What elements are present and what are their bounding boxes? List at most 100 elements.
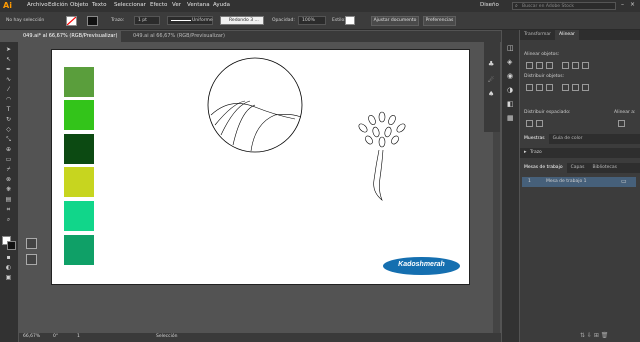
vertical-scrollbar[interactable] — [493, 132, 500, 333]
stroke-panel-header[interactable]: ▸ Trazo — [520, 148, 640, 158]
menu-ventana[interactable]: Ventana — [187, 2, 210, 8]
stroke-swatch[interactable] — [87, 16, 98, 26]
shape-builder-icon[interactable]: ⊕ — [4, 146, 13, 154]
artwork-swatch-1[interactable] — [64, 67, 94, 97]
dist-top-icon[interactable] — [526, 84, 533, 91]
shaper-tool-icon[interactable]: ◠ — [4, 96, 13, 104]
collapse-arrow-icon[interactable]: ▸ — [524, 149, 527, 155]
stock-search[interactable]: ⌕ Buscar en Adobe Stock — [512, 2, 616, 10]
transparency-icon[interactable]: ◧ — [507, 100, 514, 108]
tab-bibliotecas[interactable]: Bibliotecas — [588, 163, 621, 173]
rotate-tool-icon[interactable]: ↻ — [4, 116, 13, 124]
dist-hcenter-icon[interactable] — [572, 84, 579, 91]
artboard-options-icon[interactable]: ▭ — [621, 178, 627, 185]
libraries-icon[interactable]: ◉ — [507, 72, 513, 80]
tab-document-2[interactable]: 049.ai al 66,67% (RGB/Previsualizar) — [129, 31, 229, 42]
minimize-icon[interactable]: – — [621, 1, 624, 8]
align-top-icon[interactable] — [562, 62, 569, 69]
color-mode-icon[interactable]: ▪ — [4, 254, 13, 262]
menu-ver[interactable]: Ver — [172, 2, 181, 8]
dist-left-icon[interactable] — [562, 84, 569, 91]
symbols-icon[interactable]: ♣ — [488, 60, 494, 68]
align-vcenter-icon[interactable] — [572, 62, 579, 69]
tab-mesas[interactable]: Mesas de trabajo — [520, 163, 567, 173]
align-bottom-icon[interactable] — [582, 62, 589, 69]
curvature-tool-icon[interactable]: ∿ — [4, 76, 13, 84]
circle-landscape-artwork[interactable] — [205, 55, 309, 157]
menu-seleccionar[interactable]: Seleccionar — [114, 2, 146, 8]
document-setup-button[interactable]: Ajustar documento — [371, 16, 419, 26]
brushes-icon[interactable]: ☄ — [488, 76, 494, 84]
artboard-tool-icon[interactable]: ⌗ — [4, 206, 13, 214]
menu-ayuda[interactable]: Ayuda — [213, 2, 230, 8]
workspace-switcher[interactable]: Diseño — [480, 2, 499, 8]
menu-efecto[interactable]: Efecto — [150, 2, 167, 8]
menu-objeto[interactable]: Objeto — [70, 2, 88, 8]
artboard-nav-icon[interactable] — [26, 238, 37, 249]
draw-mode-icon[interactable]: ◐ — [4, 264, 13, 272]
align-left-icon[interactable] — [526, 62, 533, 69]
selection-tool-icon[interactable]: ➤ — [4, 46, 13, 54]
preferences-button[interactable]: Preferencias — [423, 16, 456, 26]
color-icon[interactable]: ◑ — [507, 86, 513, 94]
artwork-swatch-3[interactable] — [64, 134, 94, 164]
type-tool-icon[interactable]: T — [4, 106, 13, 114]
properties-icon[interactable]: ◫ — [507, 44, 514, 52]
scale-tool-icon[interactable]: ⤡ — [4, 136, 13, 144]
eraser-tool-icon[interactable]: ◇ — [4, 126, 13, 134]
close-icon[interactable]: × — [630, 1, 635, 8]
gradient-tool-icon[interactable]: ▭ — [4, 156, 13, 164]
tab-guia-color[interactable]: Guía de color — [549, 134, 587, 144]
search-input[interactable]: Buscar en Adobe Stock — [522, 4, 574, 9]
distribute-spacing-label: Distribuir espaciado: — [524, 110, 571, 115]
dist-bottom-icon[interactable] — [546, 84, 553, 91]
symbol-sprayer-icon[interactable]: ❋ — [4, 186, 13, 194]
space-horizontal-icon[interactable] — [536, 120, 543, 127]
tab-document-active[interactable]: 049.ai* al 66,67% (RGB/Previsualizar) — [19, 31, 122, 42]
zoom-tool-icon[interactable]: ⌕ — [4, 216, 13, 224]
opacity-field[interactable]: 100% — [298, 16, 326, 25]
stroke-weight-field[interactable]: 1 pt — [134, 16, 160, 25]
tab-capas[interactable]: Capas — [567, 163, 589, 173]
artwork-swatch-6[interactable] — [64, 235, 94, 265]
layers-icon[interactable]: ◈ — [507, 58, 512, 66]
space-vertical-icon[interactable] — [526, 120, 533, 127]
style-swatch[interactable] — [345, 16, 355, 25]
brush-select[interactable]: Redondo 3 ... — [220, 16, 264, 25]
rotation-value[interactable]: 0° — [53, 334, 58, 339]
menu-texto[interactable]: Texto — [92, 2, 107, 8]
menu-edicion[interactable]: Edición — [48, 2, 68, 8]
tab-transformar[interactable]: Transformar — [520, 30, 555, 40]
align-hcenter-icon[interactable] — [536, 62, 543, 69]
blend-tool-icon[interactable]: ⊗ — [4, 176, 13, 184]
dist-right-icon[interactable] — [582, 84, 589, 91]
stroke-color-icon[interactable] — [7, 241, 16, 250]
screen-mode-icon[interactable]: ▣ — [4, 274, 13, 282]
tab-alinear[interactable]: Alinear — [555, 30, 579, 40]
dist-vcenter-icon[interactable] — [536, 84, 543, 91]
align-right-icon[interactable] — [546, 62, 553, 69]
direct-selection-icon[interactable]: ↖ — [4, 56, 13, 64]
appearance-icon[interactable]: ▦ — [507, 114, 514, 122]
plant-artwork[interactable] — [352, 110, 412, 202]
artwork-swatch-2[interactable] — [64, 100, 94, 130]
stroke-profile-select[interactable]: Uniforme — [167, 16, 213, 25]
align-to-artboard-icon[interactable] — [618, 120, 625, 127]
zoom-level[interactable]: 66,67% — [23, 334, 40, 339]
artwork-swatch-4[interactable] — [64, 167, 94, 197]
pen-tool-icon[interactable]: ✒ — [4, 66, 13, 74]
menu-archivo[interactable]: Archivo — [27, 2, 48, 8]
page-number[interactable]: 1 — [77, 334, 80, 339]
tab-muestras[interactable]: Muestras — [520, 134, 549, 144]
panel-footer-icons[interactable]: ⇅ ⇩ ⊞ 🗑 — [580, 332, 608, 339]
brand-badge[interactable]: Kadoshmerah — [383, 257, 460, 275]
eyedropper-icon[interactable]: ⌿ — [4, 166, 13, 174]
screen-toggle-icon[interactable] — [26, 254, 37, 265]
fill-swatch[interactable] — [66, 16, 77, 26]
stroke-weight-value: 1 pt — [138, 18, 147, 23]
brush-tool-icon[interactable]: ⁄ — [4, 86, 13, 94]
graph-tool-icon[interactable]: ▤ — [4, 196, 13, 204]
artboard-row[interactable]: 1 Mesa de trabajo 1 ▭ — [522, 177, 636, 187]
artwork-swatch-5[interactable] — [64, 201, 94, 231]
swatches-mini-icon[interactable]: ♠ — [488, 90, 494, 98]
